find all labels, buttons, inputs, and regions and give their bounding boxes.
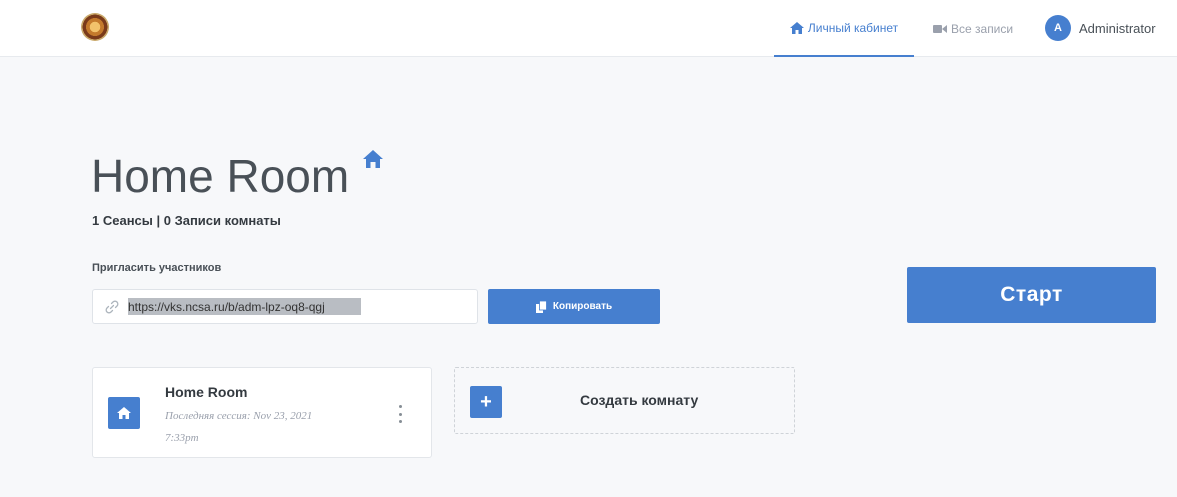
create-room-label: Создать комнату [580,392,699,408]
home-icon [117,407,131,419]
invite-url-input[interactable] [128,297,468,317]
user-name[interactable]: Administrator [1079,21,1156,36]
emblem-logo[interactable] [81,13,109,41]
video-camera-icon [933,24,947,33]
home-icon [789,21,804,34]
home-icon [363,150,383,168]
room-card[interactable]: Home Room Последняя сессия: Nov 23, 2021… [92,367,432,458]
nav-recordings-link[interactable]: Все записи [933,0,1013,57]
room-stats: 1 Сеансы | 0 Записи комнаты [92,213,281,228]
create-room-button[interactable]: + Создать комнату [454,367,795,434]
start-button[interactable]: Старт [907,267,1156,323]
copy-button[interactable]: Копировать [488,289,660,324]
nav-home-label: Личный кабинет [807,20,899,35]
user-menu[interactable]: A Administrator [1045,15,1156,41]
link-icon [105,300,119,314]
nav-home-link[interactable]: Личный кабинет [774,0,914,57]
nav-recordings-label: Все записи [951,21,1014,36]
top-navbar: Личный кабинет Все записи A Administrato… [0,0,1177,57]
room-card-last-session: Последняя сессия: Nov 23, 2021 7:33pm [165,410,313,444]
copy-icon [535,300,547,313]
page-title: Home Room [91,150,350,202]
copy-button-label: Копировать [552,301,613,312]
plus-icon: + [470,386,502,418]
avatar[interactable]: A [1045,15,1071,41]
invite-label: Пригласить участников [92,262,222,274]
kebab-menu-icon[interactable] [396,405,404,423]
room-icon-box [108,397,140,429]
room-card-name: Home Room [165,384,248,400]
